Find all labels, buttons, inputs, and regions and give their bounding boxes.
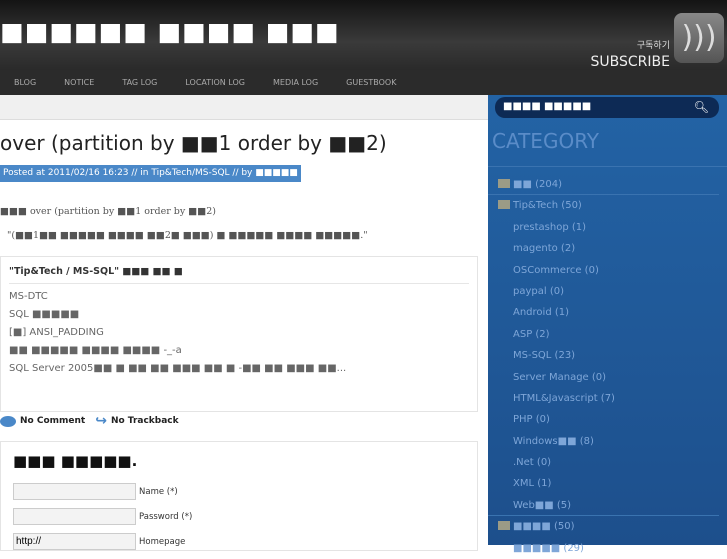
sidebar: ■■■■ ■■■■■ 🔍︎ CATEGORY ■■ (204) Tip&Tech … xyxy=(488,95,727,554)
category-label: Android (1) xyxy=(513,307,570,319)
comment-bubble-icon xyxy=(0,415,16,427)
search-input[interactable]: ■■■■ ■■■■■ 🔍︎ xyxy=(495,97,719,118)
main-nav: BLOG NOTICE TAG LOG LOCATION LOG MEDIA L… xyxy=(0,70,727,95)
name-label: Name (*) xyxy=(139,486,178,497)
category-label: paypal (0) xyxy=(513,285,564,297)
category-item[interactable]: paypal (0) xyxy=(488,281,727,302)
category-label: HTML&Javascript (7) xyxy=(513,392,615,404)
search-placeholder: ■■■■ ■■■■■ xyxy=(503,101,592,112)
folder-icon xyxy=(498,200,510,210)
nav-notice[interactable]: NOTICE xyxy=(64,70,94,95)
category-item[interactable]: ■■■■ (50) xyxy=(488,516,727,537)
category-item[interactable]: HTML&Javascript (7) xyxy=(488,388,727,409)
category-item[interactable]: .Net (0) xyxy=(488,452,727,473)
category-label: Tip&Tech (50) xyxy=(513,200,582,212)
related-posts: "Tip&Tech / MS-SQL" ■■■ ■■ ■ MS-DTC SQL … xyxy=(0,256,478,412)
category-label: XML (1) xyxy=(513,478,552,490)
nav-blog[interactable]: BLOG xyxy=(14,70,36,95)
related-link[interactable]: ■■ ■■■■■ ■■■■ ■■■■ -_-a xyxy=(9,342,469,360)
no-trackback-link[interactable]: No Trackback xyxy=(111,416,179,426)
category-list: ■■ (204) Tip&Tech (50) prestashop (1) magen… xyxy=(488,174,727,559)
category-item[interactable]: magento (2) xyxy=(488,238,727,259)
category-item[interactable]: XML (1) xyxy=(488,473,727,494)
post-body-line: "(■■1■■ ■■■■■ ■■■■ ■■2■ ■■■) ■ ■■■■■ ■■■… xyxy=(7,230,368,241)
nav-tag-log[interactable]: TAG LOG xyxy=(122,70,157,95)
subscribe-korean: 구독하기 xyxy=(636,41,670,51)
category-item[interactable]: OSCommerce (0) xyxy=(488,260,727,281)
rss-icon[interactable]: ))) xyxy=(674,13,724,63)
category-item[interactable]: prestashop (1) xyxy=(488,217,727,238)
category-label: OSCommerce (0) xyxy=(513,264,599,276)
related-heading: "Tip&Tech / MS-SQL" ■■■ ■■ ■ xyxy=(9,266,469,284)
category-item[interactable]: ASP (2) xyxy=(488,324,727,345)
category-label: magento (2) xyxy=(513,243,576,255)
category-label: MS-SQL (23) xyxy=(513,350,576,362)
category-label: ASP (2) xyxy=(513,328,550,340)
category-item[interactable]: Server Manage (0) xyxy=(488,367,727,388)
folder-icon xyxy=(498,521,510,531)
password-row: Password (*) xyxy=(13,508,192,525)
category-item[interactable]: ■■■■■ (29) xyxy=(488,538,727,559)
site-header: ■■■■■■ ■■■■ ■■■ 구독하기 SUBSCRIBE ))) xyxy=(0,0,727,70)
related-link[interactable]: [■] ANSI_PADDING xyxy=(9,324,469,342)
homepage-input[interactable] xyxy=(13,533,136,550)
category-item[interactable]: Windows■■ (8) xyxy=(488,431,727,452)
nav-media-log[interactable]: MEDIA LOG xyxy=(273,70,318,95)
category-label: Server Manage (0) xyxy=(513,371,607,383)
password-label: Password (*) xyxy=(139,511,193,522)
blog-title[interactable]: ■■■■■■ ■■■■ ■■■ xyxy=(0,17,339,46)
category-title: CATEGORY xyxy=(492,129,600,153)
homepage-row: Homepage xyxy=(13,533,185,550)
comment-form-heading: ■■■ ■■■■■. xyxy=(13,452,138,470)
category-label: ■■■■■ (29) xyxy=(513,542,584,554)
post-body-line: ■■■ over (partition by ■■1 order by ■■2) xyxy=(0,206,216,217)
post-title[interactable]: over (partition by ■■1 order by ■■2) xyxy=(0,131,387,155)
category-label: Windows■■ (8) xyxy=(513,435,594,447)
related-link[interactable]: MS-DTC xyxy=(9,288,469,306)
name-row: Name (*) xyxy=(13,483,178,500)
subscribe-label: SUBSCRIBE xyxy=(590,54,670,70)
nav-location-log[interactable]: LOCATION LOG xyxy=(185,70,245,95)
comment-form: ■■■ ■■■■■. Name (*) Password (*) Homepag… xyxy=(0,441,478,551)
related-link[interactable]: SQL ■■■■■ xyxy=(9,306,469,324)
no-comment-link[interactable]: No Comment xyxy=(20,416,85,426)
password-input[interactable] xyxy=(13,508,136,525)
search-icon[interactable]: 🔍︎ xyxy=(694,97,709,117)
category-label: Web■■ (5) xyxy=(513,499,572,511)
category-item[interactable]: Web■■ (5) xyxy=(488,495,719,517)
category-label: .Net (0) xyxy=(513,457,552,469)
trackback-arrow-icon: ↪ xyxy=(95,413,107,429)
comment-bar: No Comment ↪ No Trackback xyxy=(0,413,179,429)
category-item[interactable]: PHP (0) xyxy=(488,409,727,430)
divider xyxy=(488,166,727,167)
post-meta: Posted at 2011/02/16 16:23 // in Tip&Tec… xyxy=(0,165,301,182)
folder-icon xyxy=(498,179,510,188)
category-label: ■■ (204) xyxy=(513,179,562,190)
category-label: prestashop (1) xyxy=(513,221,587,233)
related-link[interactable]: SQL Server 2005■■ ■ ■■ ■■ ■■■ ■■ ■ -■■ ■… xyxy=(9,360,469,378)
content-top-strip xyxy=(0,95,488,120)
category-item[interactable]: Android (1) xyxy=(488,302,727,323)
category-label: PHP (0) xyxy=(513,414,550,426)
category-label: ■■■■ (50) xyxy=(513,521,575,533)
category-item[interactable]: MS-SQL (23) xyxy=(488,345,727,366)
name-input[interactable] xyxy=(13,483,136,500)
category-item[interactable]: Tip&Tech (50) xyxy=(488,195,727,216)
nav-guestbook[interactable]: GUESTBOOK xyxy=(346,70,396,95)
category-item[interactable]: ■■ (204) xyxy=(488,174,719,196)
subscribe-link[interactable]: 구독하기 SUBSCRIBE xyxy=(591,38,670,70)
homepage-label: Homepage xyxy=(139,536,186,547)
